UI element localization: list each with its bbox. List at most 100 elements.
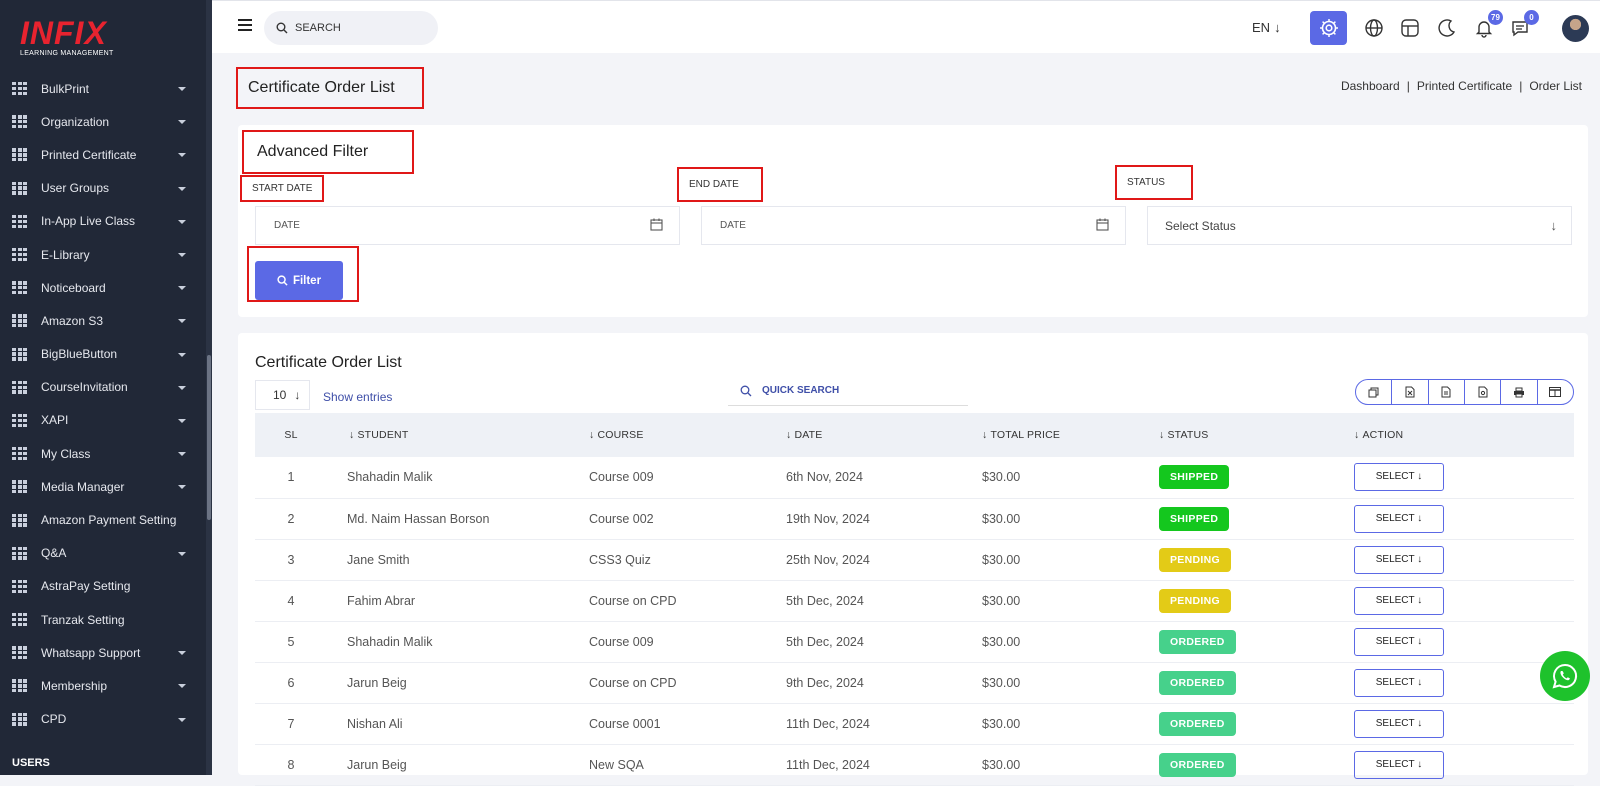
globe-icon[interactable] (1364, 18, 1384, 38)
caret-down-icon[interactable] (178, 286, 186, 291)
notifications-button[interactable]: 79 (1474, 10, 1503, 38)
row-action-select-button[interactable]: SELECT ↓ (1354, 627, 1444, 656)
cell-course: CSS3 Quiz (589, 539, 786, 581)
excel-button[interactable] (1392, 380, 1429, 404)
copy-button[interactable] (1356, 380, 1393, 404)
caret-down-icon[interactable] (178, 485, 186, 490)
sidebar-item-tranzak-setting[interactable]: Tranzak Setting (0, 603, 206, 636)
quick-search-placeholder: QUICK SEARCH (762, 385, 840, 396)
grid-icon (12, 579, 27, 593)
row-action-select-button[interactable]: SELECT ↓ (1354, 586, 1444, 615)
sidebar-item-printed-certificate[interactable]: Printed Certificate (0, 138, 206, 171)
caret-down-icon[interactable] (178, 87, 186, 91)
row-action-select-button[interactable]: SELECT ↓ (1354, 545, 1444, 574)
row-action-select-button[interactable]: SELECT ↓ (1354, 504, 1444, 533)
sidebar-scrollbar-thumb[interactable] (207, 355, 211, 520)
column-header-course[interactable]: ↓ COURSE (589, 413, 786, 457)
caret-down-icon[interactable] (178, 153, 186, 158)
row-action-select-button[interactable]: SELECT ↓ (1354, 668, 1444, 697)
column-header-label: COURSE (597, 429, 644, 441)
cell-sl: 5 (255, 621, 327, 663)
column-visibility-button[interactable] (1538, 380, 1573, 404)
caret-down-icon[interactable] (178, 385, 186, 390)
brand-logo[interactable]: INFIX LEARNING MANAGEMENT (20, 17, 130, 62)
sidebar-section-users: USERS (12, 757, 50, 769)
sidebar-item-xapi[interactable]: XAPI (0, 404, 206, 437)
caret-down-icon[interactable] (178, 319, 186, 324)
sidebar-item-cpd[interactable]: CPD (0, 703, 206, 736)
caret-down-icon[interactable] (178, 352, 186, 357)
calendar-icon[interactable] (650, 218, 663, 231)
sidebar-item-bulkprint[interactable]: BulkPrint (0, 72, 206, 105)
caret-down-icon[interactable] (178, 452, 186, 457)
row-action-select-button[interactable]: SELECT ↓ (1354, 709, 1444, 738)
sidebar-item-astrapay-setting[interactable]: AstraPay Setting (0, 570, 206, 603)
moon-icon[interactable] (1437, 18, 1457, 38)
print-button[interactable] (1501, 380, 1538, 404)
sidebar-item-noticeboard[interactable]: Noticeboard (0, 271, 206, 304)
quick-search-input[interactable]: QUICK SEARCH (728, 376, 968, 406)
caret-down-icon[interactable] (178, 684, 186, 689)
menu-toggle-icon[interactable] (238, 19, 252, 31)
user-avatar[interactable] (1562, 15, 1589, 42)
filter-button[interactable]: Filter (255, 261, 343, 300)
sidebar-item-label: Whatsapp Support (41, 645, 141, 660)
row-action-select-button[interactable]: SELECT ↓ (1354, 463, 1444, 492)
sidebar-item-membership[interactable]: Membership (0, 669, 206, 702)
action-label: SELECT (1375, 717, 1415, 729)
start-date-input[interactable]: DATE (255, 206, 680, 245)
ai-assistant-button[interactable] (1310, 11, 1347, 45)
csv-button[interactable] (1429, 380, 1465, 404)
sidebar-item-courseinvitation[interactable]: CourseInvitation (0, 371, 206, 404)
sidebar-item-media-manager[interactable]: Media Manager (0, 470, 206, 503)
sidebar-item-organization[interactable]: Organization (0, 105, 206, 138)
sidebar-item-amazon-payment-setting[interactable]: Amazon Payment Setting (0, 503, 206, 536)
sidebar-item-my-class[interactable]: My Class (0, 437, 206, 470)
sidebar-item-user-groups[interactable]: User Groups (0, 172, 206, 205)
sidebar-item-q-a[interactable]: Q&A (0, 537, 206, 570)
entries-value: 10 (273, 388, 287, 402)
caret-down-icon[interactable] (178, 418, 186, 423)
caret-down-icon[interactable] (178, 651, 186, 656)
entries-per-page-select[interactable]: 10 ↓ (255, 380, 310, 410)
cell-action: SELECT ↓ (1354, 580, 1574, 622)
column-header-date[interactable]: ↓ DATE (786, 413, 982, 457)
caret-down-icon[interactable] (178, 252, 186, 257)
column-header-status[interactable]: ↓ STATUS (1159, 413, 1354, 457)
sidebar-item-label: BigBlueButton (41, 347, 118, 362)
language-select[interactable]: EN ↓ (1252, 20, 1281, 35)
sidebar-item-in-app-live-class[interactable]: In-App Live Class (0, 205, 206, 238)
cell-student: Shahadin Malik (327, 457, 589, 499)
search-icon (276, 22, 288, 34)
calendar-icon[interactable] (1096, 218, 1109, 231)
caret-down-icon[interactable] (178, 717, 186, 722)
table-row: 2 Md. Naim Hassan Borson Course 002 19th No… (255, 498, 1574, 540)
global-search[interactable] (264, 11, 438, 45)
column-header-total-price[interactable]: ↓ TOTAL PRICE (982, 413, 1159, 457)
layout-icon[interactable] (1400, 18, 1420, 38)
caret-down-icon[interactable] (178, 186, 186, 191)
sidebar-item-whatsapp-support[interactable]: Whatsapp Support (0, 636, 206, 669)
cell-date: 6th Nov, 2024 (786, 457, 982, 499)
whatsapp-support-button[interactable] (1540, 651, 1590, 701)
end-date-placeholder: DATE (720, 220, 746, 231)
cell-course: Course 0001 (589, 703, 786, 745)
caret-down-icon[interactable] (178, 120, 186, 125)
column-header-student[interactable]: ↓ STUDENT (327, 413, 589, 457)
caret-down-icon[interactable] (178, 219, 186, 224)
breadcrumb-printed-certificate[interactable]: Printed Certificate (1417, 79, 1512, 93)
cell-course: Course 009 (589, 457, 786, 499)
sidebar-item-e-library[interactable]: E-Library (0, 238, 206, 271)
search-input[interactable] (295, 22, 415, 34)
caret-down-icon[interactable] (178, 551, 186, 556)
column-header-action[interactable]: ↓ ACTION (1354, 413, 1574, 457)
status-select[interactable]: Select Status ↓ (1147, 206, 1572, 245)
row-action-select-button[interactable]: SELECT ↓ (1354, 750, 1444, 779)
pdf-button[interactable] (1465, 380, 1502, 404)
breadcrumb-dashboard[interactable]: Dashboard (1341, 79, 1400, 93)
column-header-sl[interactable]: SL (255, 413, 327, 457)
messages-button[interactable]: 0 (1510, 10, 1539, 38)
sidebar-item-bigbluebutton[interactable]: BigBlueButton (0, 338, 206, 371)
sidebar-item-amazon-s3[interactable]: Amazon S3 (0, 304, 206, 337)
end-date-input[interactable]: DATE (701, 206, 1126, 245)
